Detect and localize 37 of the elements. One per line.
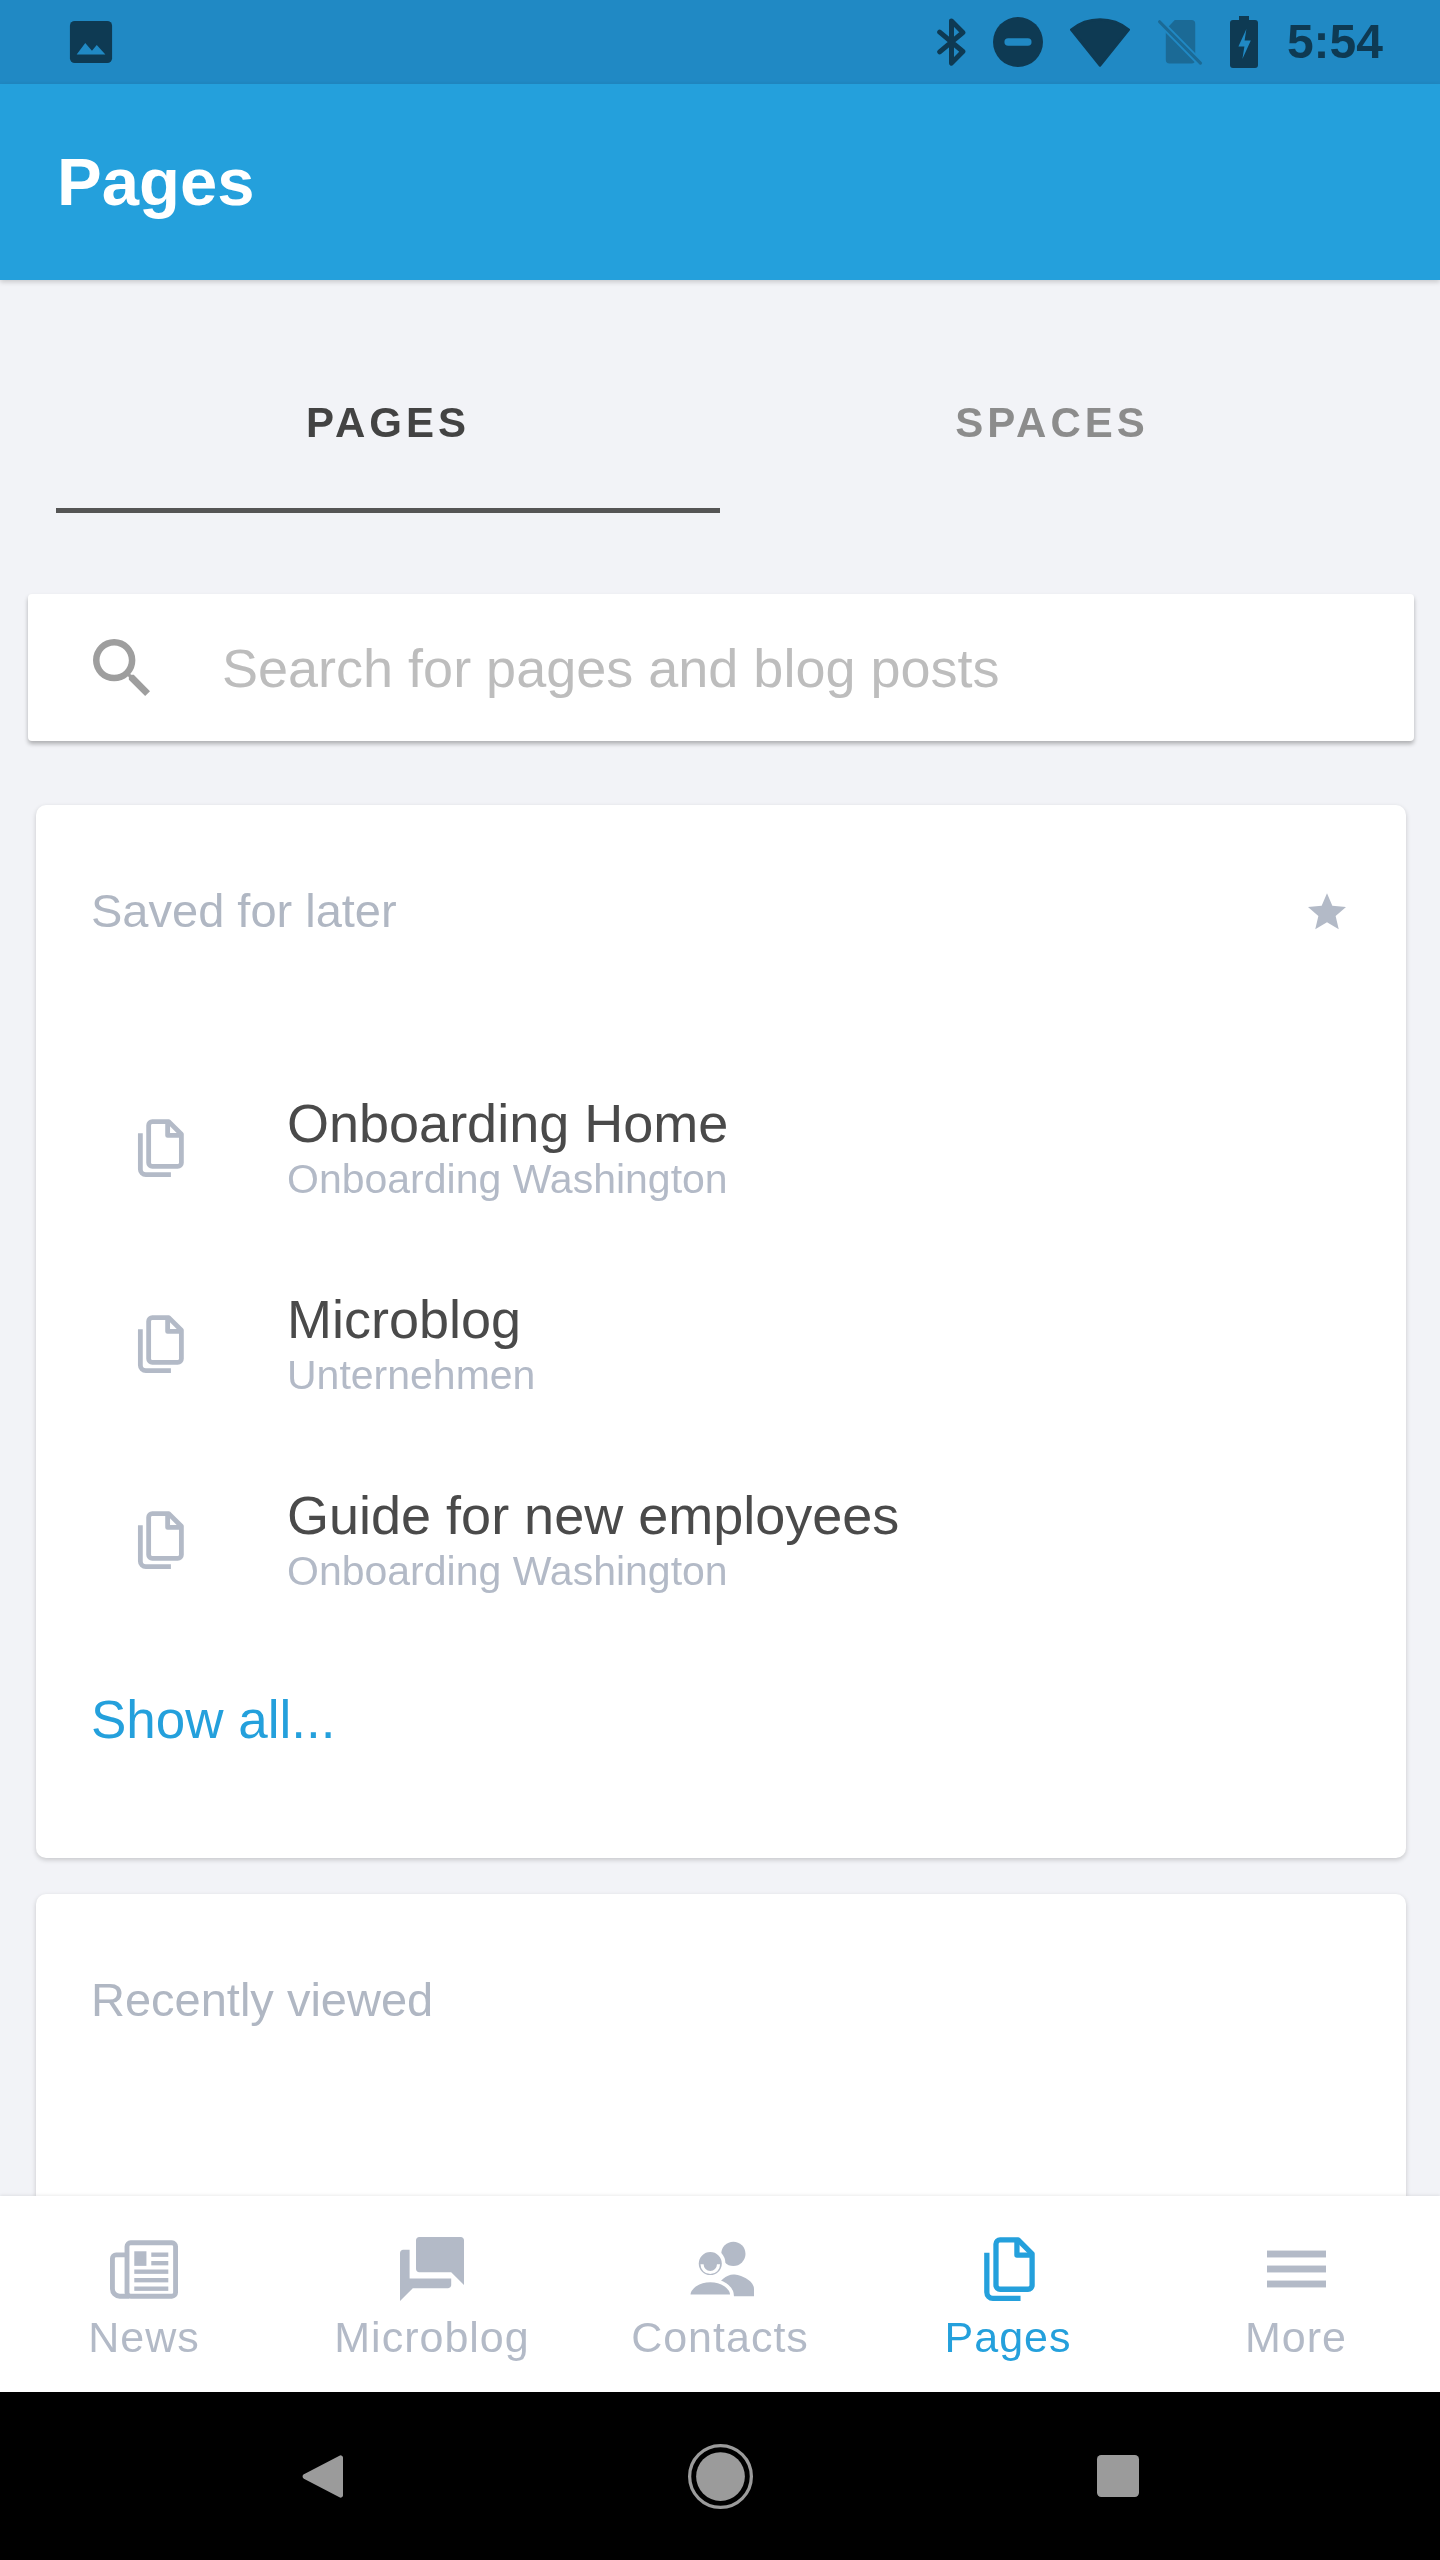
search-field[interactable]: Search for pages and blog posts xyxy=(28,594,1414,741)
bluetooth-icon xyxy=(936,17,966,67)
star-icon xyxy=(1308,892,1346,930)
search-icon xyxy=(93,639,150,696)
recents-icon[interactable] xyxy=(1096,2455,1140,2497)
space-name: Unternehmen xyxy=(287,1351,536,1400)
bottom-nav-item[interactable]: Microblog xyxy=(288,2196,576,2392)
menu-icon xyxy=(1266,2250,1326,2288)
section-title: Saved for later xyxy=(91,883,397,939)
bottom-nav-item[interactable]: More xyxy=(1152,2196,1440,2392)
page-title[interactable]: Guide for new employees xyxy=(287,1484,900,1546)
bottom-nav-item[interactable]: Contacts xyxy=(576,2196,864,2392)
bottom-nav-item[interactable]: News xyxy=(0,2196,288,2392)
chat-bubbles-icon xyxy=(400,2237,464,2301)
newspaper-icon xyxy=(110,2239,178,2299)
home-icon[interactable] xyxy=(687,2443,753,2509)
document-icon xyxy=(136,1510,184,1570)
status-time: 5:54 xyxy=(1286,14,1383,70)
page-title[interactable]: Microblog xyxy=(287,1288,536,1350)
document-icon xyxy=(136,1118,184,1178)
no-sim-icon xyxy=(1156,18,1203,66)
image-icon xyxy=(68,19,114,65)
space-name: Onboarding Washington xyxy=(287,1155,729,1204)
back-icon[interactable] xyxy=(301,2454,343,2498)
section-title: Recently viewed xyxy=(91,1972,434,2028)
document-icon xyxy=(136,1314,184,1374)
tab[interactable]: SPACES xyxy=(720,336,1384,513)
battery-icon xyxy=(1229,16,1258,68)
screen-title: Pages xyxy=(57,143,255,221)
documents-icon xyxy=(981,2236,1035,2302)
show-all-link[interactable]: Show all... xyxy=(91,1688,336,1752)
page-title[interactable]: Onboarding Home xyxy=(287,1092,729,1154)
tab[interactable]: PAGES xyxy=(56,336,720,513)
space-name: Onboarding Washington xyxy=(287,1547,729,1596)
wifi-icon xyxy=(1069,17,1130,67)
do-not-disturb-icon xyxy=(992,17,1043,67)
bottom-nav-item[interactable]: Pages xyxy=(864,2196,1152,2392)
